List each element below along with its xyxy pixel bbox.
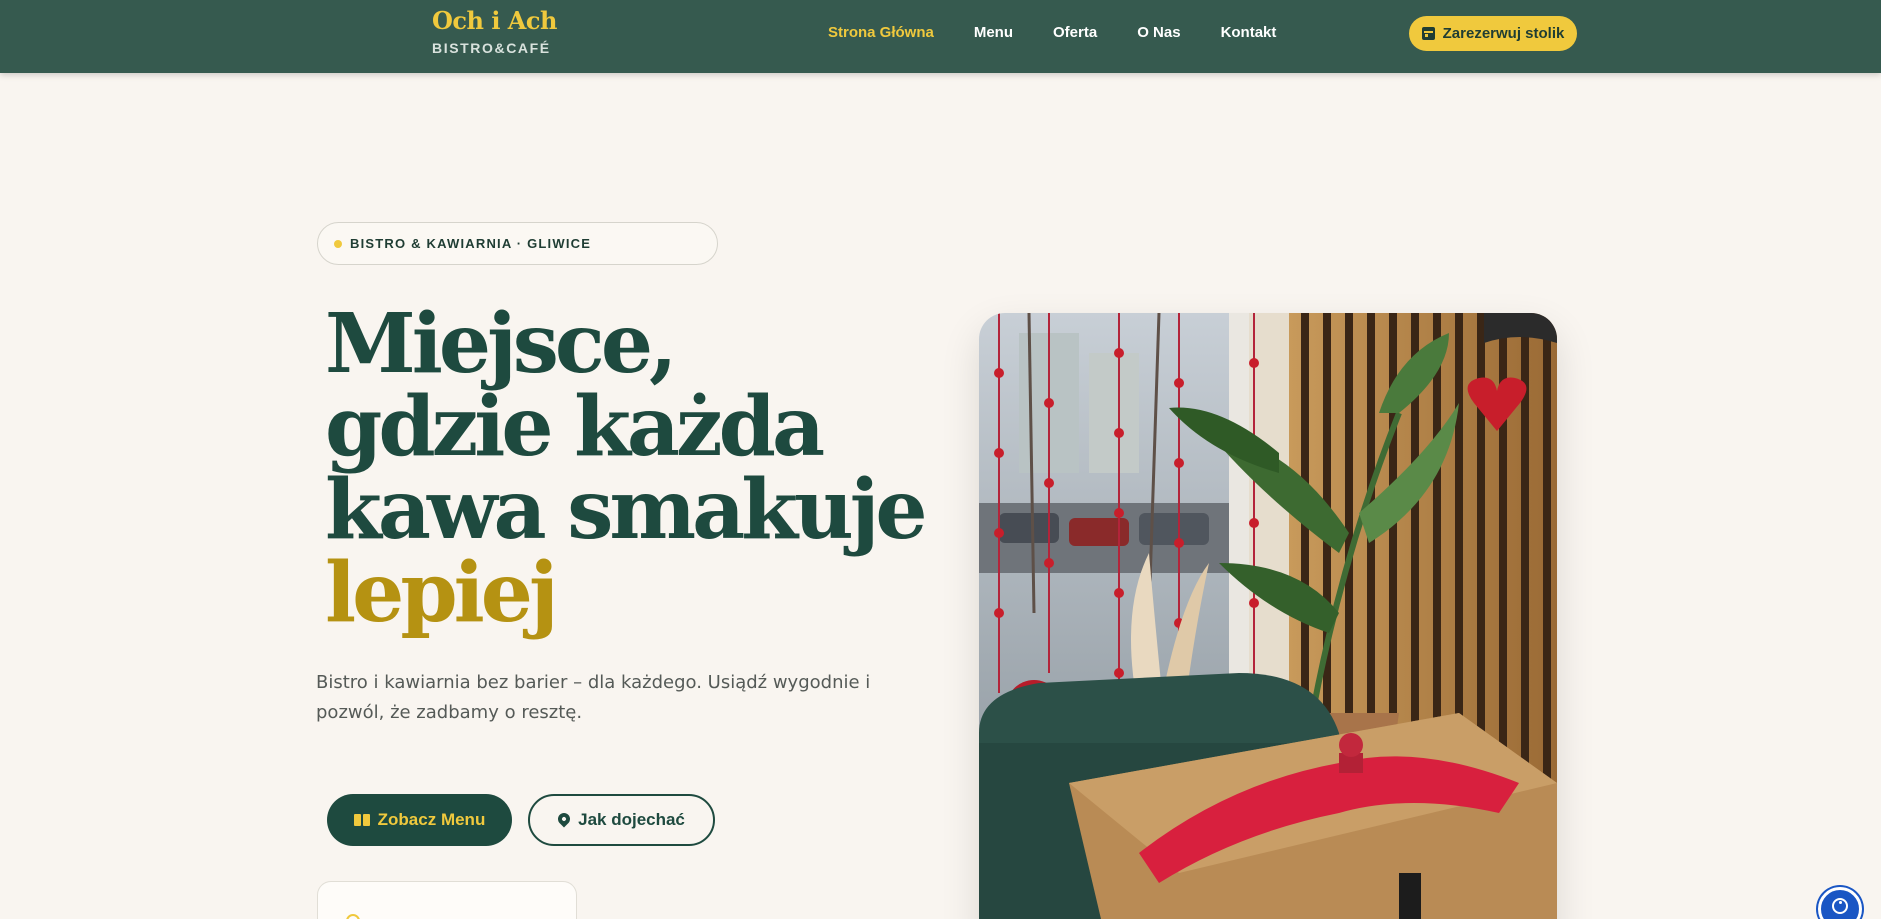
badge-text: BISTRO & KAWIARNIA · GLIWICE xyxy=(350,236,592,251)
nav-link-menu[interactable]: Menu xyxy=(974,24,1013,41)
directions-button[interactable]: Jak dojechać xyxy=(528,794,715,846)
clock-icon xyxy=(346,914,360,919)
logo-tagline: BISTRO&CAFÉ xyxy=(432,40,551,56)
top-navbar: Och i Ach BISTRO&CAFÉ Strona Główna Menu… xyxy=(0,0,1881,73)
badge-dot xyxy=(334,239,342,248)
main-nav: Strona Główna Menu Oferta O Nas Kontakt xyxy=(828,24,1316,41)
see-menu-button[interactable]: Zobacz Menu xyxy=(327,794,512,846)
logo[interactable]: Och i Ach BISTRO&CAFÉ xyxy=(432,6,557,56)
hero-title-line-3: kawa smakuje xyxy=(325,462,928,558)
see-menu-label: Zobacz Menu xyxy=(377,810,486,829)
accessibility-button[interactable] xyxy=(1818,887,1862,919)
accessibility-icon xyxy=(1832,898,1848,914)
hero-title: Miejsce, gdzie każda kawa smakuje lepiej xyxy=(325,296,928,641)
opening-hours-card xyxy=(317,881,577,919)
logo-name: Och i Ach xyxy=(432,6,557,35)
nav-link-contact[interactable]: Kontakt xyxy=(1221,24,1277,41)
reserve-table-button[interactable]: Zarezerwuj stolik xyxy=(1409,16,1577,51)
nav-link-offer[interactable]: Oferta xyxy=(1053,24,1097,41)
location-badge: BISTRO & KAWIARNIA · GLIWICE xyxy=(317,222,718,265)
nav-link-home[interactable]: Strona Główna xyxy=(828,24,934,41)
cafe-interior-image xyxy=(979,313,1557,919)
book-icon xyxy=(353,814,370,826)
calendar-icon xyxy=(1421,27,1435,40)
hero-title-line-1: Miejsce, xyxy=(325,296,678,392)
hero-title-line-2: gdzie każda xyxy=(325,379,825,475)
nav-link-about[interactable]: O Nas xyxy=(1137,24,1180,41)
directions-label: Jak dojechać xyxy=(578,810,685,829)
hero-lead: Bistro i kawiarnia bez barier – dla każd… xyxy=(316,672,871,723)
hero-photo xyxy=(979,313,1557,919)
hero-title-accent: lepiej xyxy=(325,545,559,641)
reserve-label: Zarezerwuj stolik xyxy=(1442,25,1565,42)
map-pin-icon xyxy=(555,810,573,827)
